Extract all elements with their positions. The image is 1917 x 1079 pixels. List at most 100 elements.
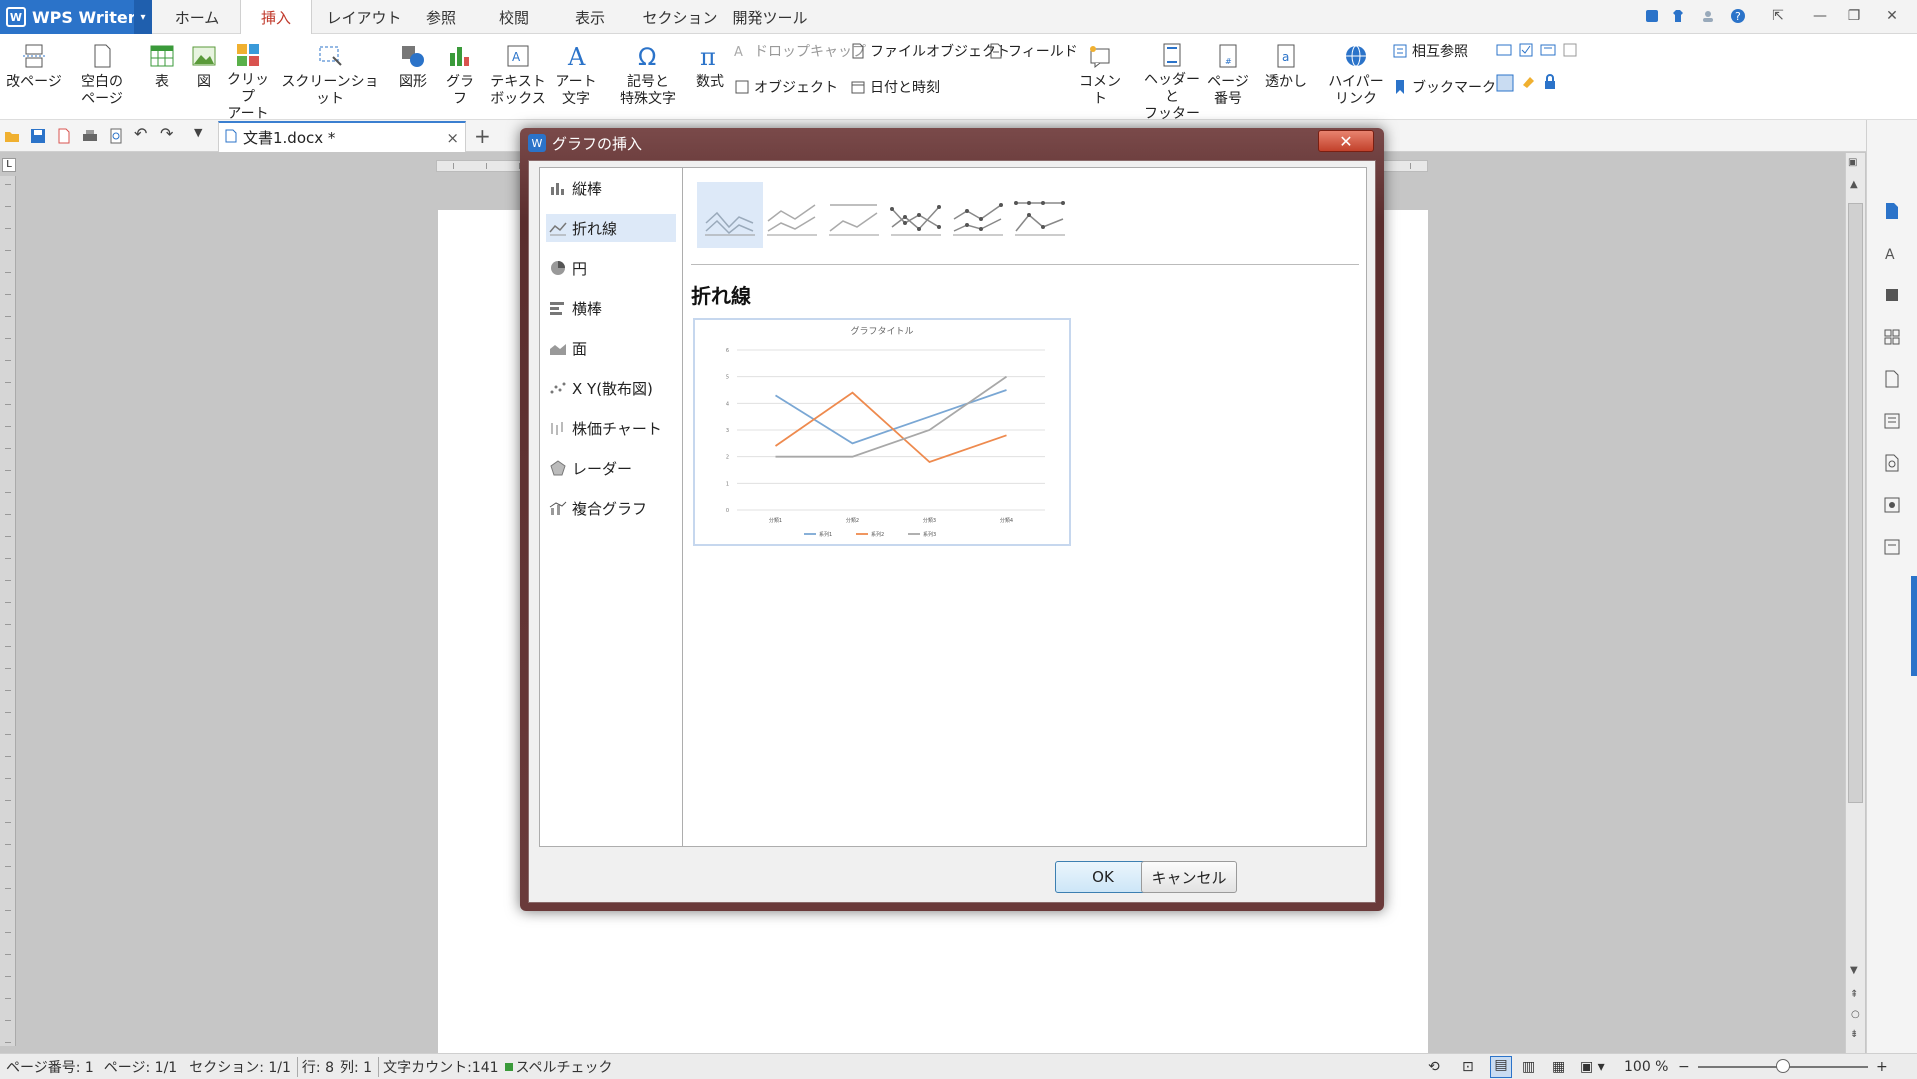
textbox-button[interactable]: A テキスト ボックス — [488, 42, 548, 118]
screenshot-button[interactable]: スクリーンショット — [276, 42, 384, 118]
datetime-button[interactable]: 日付と時刻 — [850, 76, 940, 98]
zoom-slider-thumb[interactable] — [1776, 1059, 1790, 1073]
tab-developer[interactable]: 開発ツール — [720, 0, 820, 34]
scroll-thumb[interactable] — [1848, 203, 1863, 803]
dropdown-field-icon[interactable] — [1540, 42, 1556, 62]
print-layout-icon[interactable]: ▤ — [1490, 1055, 1512, 1078]
redo-icon[interactable]: ↷ — [160, 124, 173, 143]
dialog-title-bar[interactable]: W グラフの挿入 — [520, 128, 1384, 158]
checkbox-icon[interactable] — [1518, 42, 1534, 62]
category-radar[interactable]: レーダー — [546, 454, 676, 482]
restore-ribbon-icon[interactable]: ⇱ — [1766, 4, 1790, 28]
category-line[interactable]: 折れ線 — [546, 214, 676, 242]
print-preview-icon[interactable] — [108, 128, 124, 144]
page-break-button[interactable]: 改ページ — [4, 42, 64, 118]
eraser-icon[interactable] — [1520, 74, 1536, 94]
shirt-icon[interactable] — [1666, 4, 1690, 28]
web-layout-icon[interactable]: ▥ — [1522, 1059, 1535, 1075]
field-button[interactable]: フィールド — [988, 40, 1078, 62]
tab-home[interactable]: ホーム — [162, 0, 232, 34]
save-icon[interactable] — [30, 128, 46, 144]
wordart-button[interactable]: A アート 文字 — [552, 42, 600, 118]
select-icon[interactable] — [1881, 284, 1903, 306]
header-footer-button[interactable]: ヘッダーと フッター — [1140, 42, 1204, 122]
history-icon[interactable]: ⟲ — [1428, 1059, 1440, 1075]
tab-insert[interactable]: 挿入 — [240, 0, 312, 35]
clipart-button[interactable]: クリップ アート — [226, 42, 270, 122]
properties-icon[interactable] — [1881, 536, 1903, 558]
export-pdf-icon[interactable] — [56, 128, 72, 144]
help-icon[interactable]: ? — [1726, 4, 1750, 28]
close-icon[interactable]: ✕ — [1880, 4, 1904, 28]
scroll-down-icon[interactable]: ▼ — [1850, 965, 1858, 976]
print-icon[interactable] — [82, 128, 98, 144]
variant-line-markers[interactable] — [883, 182, 949, 248]
shapes-button[interactable]: 図形 — [390, 42, 436, 118]
watermark-button[interactable]: a 透かし — [1258, 42, 1314, 118]
reading-view-icon[interactable]: ▣ ▾ — [1580, 1059, 1605, 1075]
search-doc-icon[interactable] — [1881, 452, 1903, 474]
category-scatter[interactable]: X Y(散布図) — [546, 374, 676, 402]
browse-object-icon[interactable]: ○ — [1851, 1009, 1860, 1020]
tab-review[interactable]: 校閲 — [486, 0, 542, 34]
variant-percent-line-markers[interactable] — [1007, 182, 1073, 248]
category-stock[interactable]: 株価チャート — [546, 414, 676, 442]
picture-button[interactable]: 図 — [186, 42, 222, 118]
page-number-button[interactable]: # ページ 番号 — [1204, 42, 1252, 118]
table-button[interactable]: 表 — [144, 42, 180, 118]
tab-references[interactable]: 参照 — [410, 0, 472, 34]
dropcap-button[interactable]: A ドロップキャップ — [734, 40, 866, 62]
form-field-icon[interactable] — [1496, 42, 1512, 62]
category-combo[interactable]: 複合グラフ — [546, 494, 676, 522]
design-mode-icon[interactable] — [1496, 74, 1514, 94]
status-word-count[interactable]: 文字カウント:141 — [378, 1056, 499, 1077]
new-tab-icon[interactable]: + — [474, 124, 491, 148]
variant-stacked-line[interactable] — [759, 182, 825, 248]
chevron-down-icon[interactable]: ▾ — [134, 0, 152, 34]
style-icon[interactable]: A — [1881, 242, 1903, 264]
variant-stacked-line-markers[interactable] — [945, 182, 1011, 248]
file-object-button[interactable]: ファイルオブジェクト — [850, 40, 1010, 62]
blank-page-button[interactable]: 空白の ページ — [72, 42, 132, 118]
hyperlink-button[interactable]: ハイパー リンク — [1328, 42, 1384, 118]
outline-icon[interactable] — [1881, 410, 1903, 432]
zoom-level[interactable]: 100 % — [1624, 1059, 1668, 1075]
next-page-icon[interactable]: ⇟ — [1850, 1029, 1858, 1040]
category-bar[interactable]: 横棒 — [546, 294, 676, 322]
chart-button[interactable]: グラフ — [440, 42, 480, 118]
outline-view-icon[interactable]: ▦ — [1552, 1059, 1565, 1075]
tab-stop-selector[interactable]: L — [2, 158, 16, 172]
cross-reference-button[interactable]: 相互参照 — [1392, 40, 1468, 62]
vertical-scrollbar[interactable]: ▣ ▲ ▼ ⇞ ○ ⇟ — [1845, 153, 1865, 1053]
maximize-icon[interactable]: ❐ — [1842, 4, 1866, 28]
lock-icon[interactable] — [1542, 74, 1558, 94]
tab-layout[interactable]: レイアウト — [318, 0, 410, 34]
backup-icon[interactable] — [1881, 368, 1903, 390]
layout-grid-icon[interactable] — [1881, 326, 1903, 348]
split-view-icon[interactable]: ▣ — [1848, 157, 1857, 168]
dialog-close-button[interactable]: ✕ — [1318, 130, 1374, 152]
skin-icon[interactable] — [1640, 4, 1664, 28]
variant-percent-stacked-line[interactable] — [821, 182, 887, 248]
spellcheck-toggle[interactable]: スペルチェック — [504, 1057, 613, 1077]
scroll-up-icon[interactable]: ▲ — [1850, 179, 1858, 190]
bookmark-button[interactable]: ブックマーク — [1392, 76, 1496, 98]
zoom-in-icon[interactable]: + — [1876, 1059, 1888, 1075]
symbol-button[interactable]: Ω 記号と 特殊文字 — [610, 42, 686, 118]
category-column[interactable]: 縦棒 — [546, 174, 676, 202]
comment-button[interactable]: コメント — [1076, 42, 1124, 118]
user-icon[interactable] — [1696, 4, 1720, 28]
frame-icon[interactable] — [1562, 42, 1578, 62]
zoom-out-icon[interactable]: − — [1678, 1059, 1690, 1075]
category-area[interactable]: 面 — [546, 334, 676, 362]
panel-expand-handle[interactable] — [1911, 576, 1917, 676]
tab-close-icon[interactable]: × — [446, 129, 459, 147]
share-icon[interactable] — [1881, 494, 1903, 516]
variant-line[interactable] — [697, 182, 763, 248]
document-tab[interactable]: 文書1.docx * × — [218, 121, 466, 152]
tab-section[interactable]: セクション — [632, 0, 728, 34]
cancel-button[interactable]: キャンセル — [1141, 861, 1237, 893]
vertical-ruler[interactable] — [0, 176, 16, 1046]
tab-view[interactable]: 表示 — [560, 0, 620, 34]
app-menu-button[interactable]: W WPS Writer ▾ — [0, 0, 152, 34]
